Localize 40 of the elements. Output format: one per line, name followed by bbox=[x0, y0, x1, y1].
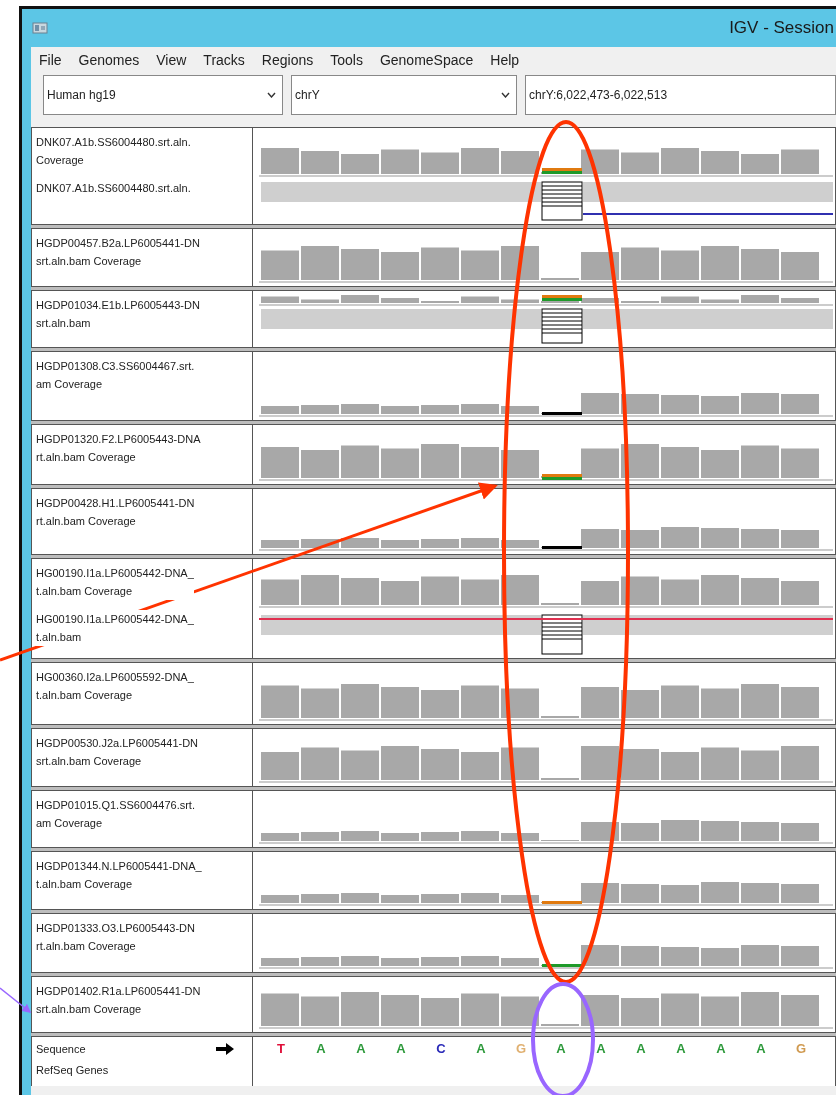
menu-item[interactable]: View bbox=[156, 52, 196, 68]
app-icon bbox=[32, 21, 48, 35]
menu-item[interactable]: Help bbox=[490, 52, 529, 68]
base-letter: G bbox=[794, 1041, 808, 1058]
base-letter: A bbox=[315, 1041, 327, 1058]
menu-item[interactable]: Tools bbox=[330, 52, 372, 68]
base-letter: A bbox=[675, 1041, 687, 1058]
track-name[interactable]: HG00190.I1a.LP6005442-DNA_ t.aln.bam bbox=[36, 610, 194, 646]
base-letter: T bbox=[276, 1041, 286, 1058]
dropdown[interactable]: Human hg19 bbox=[43, 75, 283, 115]
base-letter: A bbox=[555, 1041, 567, 1058]
base-letter: A bbox=[635, 1041, 647, 1058]
locus-field[interactable]: chrY:6,022,473-6,022,513 bbox=[525, 75, 836, 115]
track-name[interactable]: RefSeq Genes bbox=[36, 1061, 216, 1082]
base-letter: C bbox=[435, 1041, 447, 1058]
menu-item[interactable]: File bbox=[39, 52, 71, 68]
variant-mark bbox=[542, 168, 582, 174]
track-name[interactable]: Sequence bbox=[36, 1041, 216, 1062]
chevron-icon bbox=[267, 92, 276, 98]
base-letter: G bbox=[514, 1041, 528, 1058]
base-letter: A bbox=[355, 1041, 367, 1058]
chevron-icon bbox=[501, 92, 510, 98]
menu-item[interactable]: GenomeSpace bbox=[379, 52, 483, 68]
variant-mark bbox=[542, 901, 582, 904]
arrow-right-icon[interactable] bbox=[216, 1043, 234, 1055]
variant-mark bbox=[542, 546, 582, 549]
base-letter: A bbox=[715, 1041, 727, 1058]
variant-mark bbox=[542, 295, 582, 301]
window-title: IGV - Session bbox=[729, 18, 835, 38]
menu-item[interactable]: Genomes bbox=[78, 52, 149, 68]
base-letter: A bbox=[395, 1041, 407, 1058]
menu-item[interactable]: Tracks bbox=[203, 52, 254, 68]
base-letter: A bbox=[475, 1041, 487, 1058]
menu-item[interactable]: Regions bbox=[261, 52, 323, 68]
variant-mark bbox=[542, 964, 582, 967]
variant-mark bbox=[542, 474, 582, 480]
base-letter: A bbox=[595, 1041, 607, 1058]
dropdown[interactable]: chrY bbox=[291, 75, 517, 115]
base-letter: A bbox=[755, 1041, 767, 1058]
variant-mark bbox=[542, 412, 582, 415]
